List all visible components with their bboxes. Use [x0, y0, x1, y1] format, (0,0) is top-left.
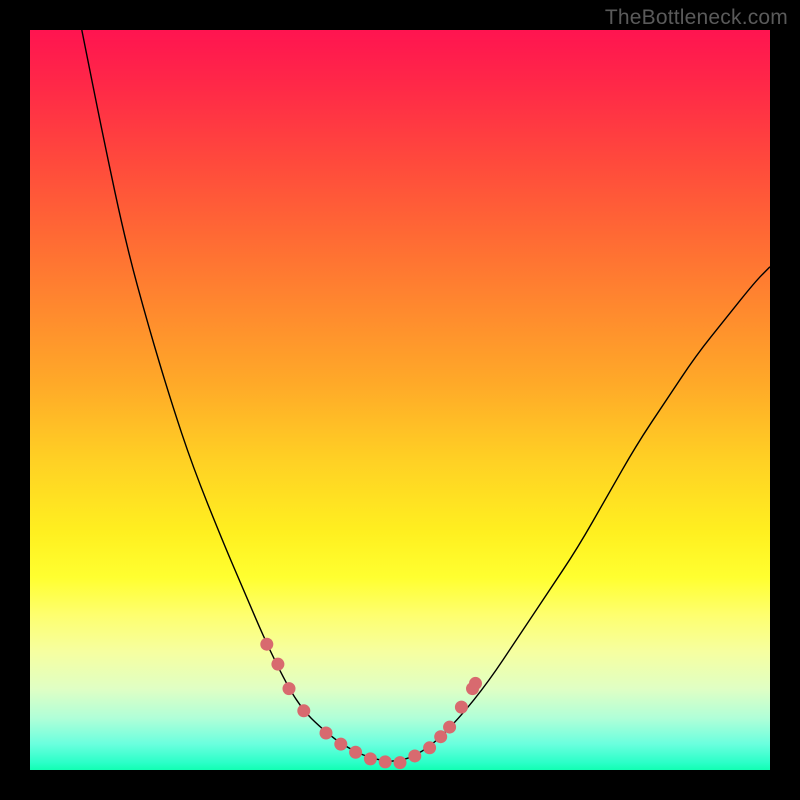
curve-marker: [364, 752, 377, 765]
curve-marker: [271, 658, 284, 671]
curve-marker: [469, 677, 482, 690]
curve-marker: [260, 638, 273, 651]
curve-marker: [408, 749, 421, 762]
curve-marker: [334, 738, 347, 751]
curve-marker: [297, 704, 310, 717]
curve-marker: [434, 730, 447, 743]
curve-markers: [260, 638, 482, 769]
curve-marker: [455, 701, 468, 714]
curve-marker: [349, 746, 362, 759]
watermark-text: TheBottleneck.com: [605, 6, 788, 30]
curve-marker: [423, 741, 436, 754]
curve-marker: [394, 756, 407, 769]
curve-marker: [320, 727, 333, 740]
curve-marker: [379, 755, 392, 768]
curve-marker: [443, 721, 456, 734]
bottleneck-curve: [82, 30, 770, 761]
curve-marker: [283, 682, 296, 695]
chart-svg: [30, 30, 770, 770]
